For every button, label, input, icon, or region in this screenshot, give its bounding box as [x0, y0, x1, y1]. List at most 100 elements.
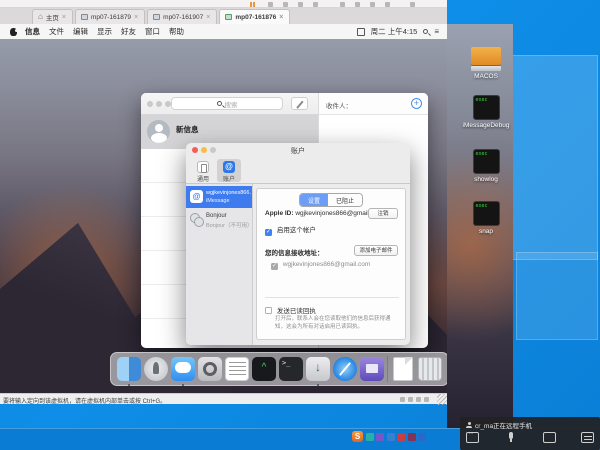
dock-system-preferences-icon[interactable]: [198, 357, 222, 381]
tab-blocked[interactable]: 已阻止: [328, 194, 362, 206]
tab-settings[interactable]: 设置: [300, 194, 328, 206]
tab-home[interactable]: ⌂ 主页 ×: [32, 9, 73, 24]
search-input[interactable]: 搜索: [171, 97, 283, 110]
home-icon: ⌂: [38, 13, 43, 21]
dock-screen-sharing-icon[interactable]: [360, 357, 384, 381]
snapshot-button[interactable]: [283, 2, 288, 7]
tab-label: mp07-161876: [235, 14, 276, 21]
account-row-bonjour[interactable]: Bonjour Bonjour（不可用）: [186, 210, 252, 230]
imessage-account-icon: @: [190, 190, 203, 203]
menu-file[interactable]: 文件: [49, 26, 64, 37]
checkbox-checked-icon[interactable]: ✓: [265, 229, 272, 236]
desktop-icon-macos[interactable]: MACOS: [458, 47, 514, 80]
close-icon[interactable]: ×: [62, 14, 66, 21]
to-field[interactable]: 收件人： +: [319, 93, 428, 115]
remote-control-overlay: cr_ma正在远程手机: [460, 417, 600, 450]
minimize-window-icon[interactable]: [156, 101, 162, 107]
account-detail-pane: 设置 已阻止 Apple ID: wgjkevinjones866@gmail.…: [256, 188, 406, 340]
close-icon[interactable]: ×: [134, 14, 138, 21]
checkbox-checked-gray-icon[interactable]: ✓: [271, 263, 278, 270]
macos-menu-bar: 信息 文件 编辑 显示 好友 窗口 帮助 周二 上午4:15 ≡: [0, 24, 447, 39]
read-receipts-label: 发送已读回执: [277, 308, 316, 315]
dock-terminal-icon[interactable]: >_: [279, 357, 303, 381]
menu-buddies[interactable]: 好友: [121, 26, 136, 37]
input-source-icon[interactable]: [357, 28, 365, 36]
to-label: 收件人：: [326, 100, 352, 110]
cdrom-status-icon[interactable]: [408, 397, 413, 402]
close-icon[interactable]: ×: [206, 14, 210, 21]
apple-menu-icon[interactable]: [10, 28, 17, 36]
desktop-icon-imessagedebug[interactable]: iMessageDebug: [458, 95, 514, 129]
dock-activity-monitor-icon[interactable]: ^: [252, 357, 276, 381]
tab-vm-1876-active[interactable]: mp07-161876 ×: [219, 9, 290, 24]
dock-messages-icon[interactable]: [171, 357, 195, 381]
add-email-button[interactable]: 添加电子邮件: [354, 245, 398, 256]
reach-address-row: ✓ wgjkevinjones866@gmail.com: [271, 261, 370, 270]
resize-grip[interactable]: [437, 394, 447, 405]
notification-center-icon[interactable]: ≡: [434, 28, 439, 36]
dock-divider: [387, 356, 388, 382]
dock-finder-icon[interactable]: [117, 357, 141, 381]
menu-window[interactable]: 窗口: [145, 26, 160, 37]
desktop-icon-showlog[interactable]: showlog: [458, 149, 514, 183]
network-status-icon[interactable]: [416, 397, 421, 402]
disk-base: [471, 66, 501, 71]
close-window-icon[interactable]: [147, 101, 153, 107]
library-toggle-button[interactable]: [385, 2, 390, 7]
executable-icon: [473, 95, 500, 120]
manage-snapshot-button[interactable]: [313, 2, 318, 7]
desktop-icon-label: showlog: [458, 176, 514, 183]
menu-bar-clock[interactable]: 周二 上午4:15: [371, 26, 418, 37]
dock-textedit-icon[interactable]: [225, 357, 249, 381]
menu-messages[interactable]: 信息: [25, 26, 40, 37]
desktop-icon-snap[interactable]: snap: [458, 201, 514, 235]
keyboard-icon[interactable]: [581, 432, 594, 443]
toolbar-label: 通用: [197, 177, 209, 183]
read-receipts-description: 打开后，联系人会在您读取他们的信息后获得通知，这会为所有对话启用已读回执。: [275, 315, 400, 332]
power-button[interactable]: [268, 2, 273, 7]
watermark-chip: [366, 433, 374, 441]
hdd-status-icon[interactable]: [400, 397, 405, 402]
compose-button[interactable]: [291, 97, 308, 110]
suspend-button[interactable]: [250, 2, 255, 7]
tab-vm-1907[interactable]: mp07-161907 ×: [147, 9, 217, 24]
sound-status-icon[interactable]: [424, 397, 429, 402]
account-name: wgjkevinjones866…: [206, 190, 251, 196]
thumbnail-bar-button[interactable]: [410, 2, 415, 7]
account-row-imessage[interactable]: @ wgjkevinjones866… iMessage: [186, 186, 252, 208]
avatar: [147, 120, 170, 143]
unity-button[interactable]: [355, 2, 360, 7]
wallpaper-panel: [516, 252, 598, 340]
close-icon[interactable]: ×: [279, 14, 283, 21]
account-service: iMessage: [206, 198, 230, 204]
watermark-logo: S: [352, 431, 363, 442]
toolbar-accounts[interactable]: @ 账户: [217, 159, 241, 182]
menu-edit[interactable]: 编辑: [73, 26, 88, 37]
bonjour-icon: [190, 213, 203, 226]
dock-document-icon[interactable]: [391, 357, 415, 381]
dock-trash-icon[interactable]: [418, 357, 442, 381]
conversation-title: 新信息: [176, 124, 199, 135]
dock-safari-icon[interactable]: [333, 357, 357, 381]
toolbar-general[interactable]: 通用: [191, 159, 215, 182]
vmware-window: ⌂ 主页 × mp07-161879 × mp07-161907 × mp07-…: [0, 0, 447, 404]
mic-icon[interactable]: [504, 432, 517, 443]
dock-launchpad-icon[interactable]: [144, 357, 168, 381]
menu-view[interactable]: 显示: [97, 26, 112, 37]
tab-label: 主页: [46, 12, 59, 22]
phone-icon[interactable]: [543, 432, 556, 443]
menu-help[interactable]: 帮助: [169, 26, 184, 37]
spotlight-icon[interactable]: [423, 29, 428, 34]
general-icon: [197, 161, 209, 173]
tab-vm-1879[interactable]: mp07-161879 ×: [75, 9, 145, 24]
account-name: Bonjour: [206, 213, 227, 219]
revert-snapshot-button[interactable]: [298, 2, 303, 7]
chat-icon[interactable]: [466, 432, 479, 443]
sign-out-button[interactable]: 注销: [368, 208, 398, 219]
dock: ^ >_ ↓: [110, 352, 447, 386]
console-view-button[interactable]: [370, 2, 375, 7]
fullscreen-button[interactable]: [340, 2, 345, 7]
checkbox-unchecked-icon[interactable]: [265, 307, 272, 314]
dock-installer-icon[interactable]: ↓: [306, 357, 330, 381]
add-recipient-icon[interactable]: +: [411, 98, 422, 109]
